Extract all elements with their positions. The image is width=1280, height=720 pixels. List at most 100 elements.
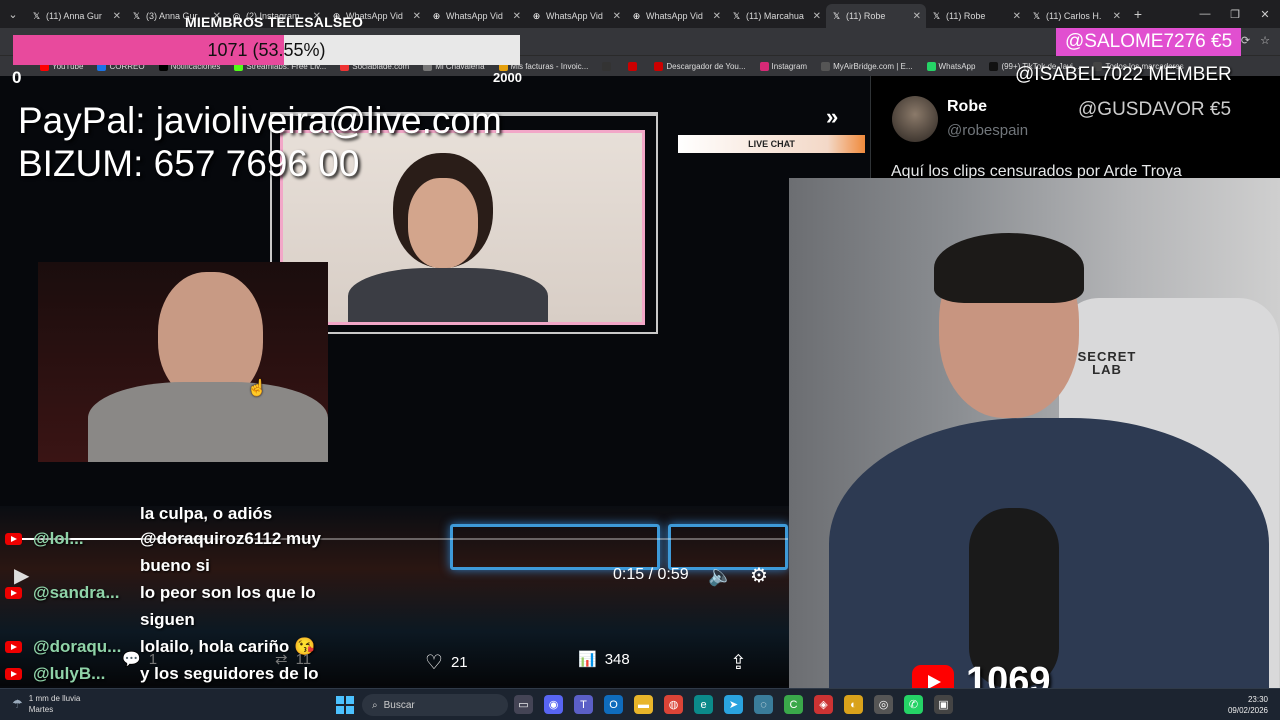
app-icon[interactable]: ◈ [814, 695, 833, 714]
tab-close-icon[interactable]: ✕ [113, 11, 121, 22]
browser-tab[interactable]: 𝕏 (11) Robe ✕ [926, 4, 1026, 28]
youtube-badge-icon [5, 533, 22, 545]
window-controls: — ❐ ✕ [1190, 0, 1280, 28]
task-view-icon[interactable]: ▭ [514, 695, 533, 714]
taskbar-apps: ▭ ◉ T O ▬ ◍ e ➤ ◌ C ◈ ◐ ◎ ✆ ▣ [514, 695, 953, 714]
share-stat[interactable]: ⇪ [730, 650, 747, 675]
bookmark-star-icon[interactable]: ☆ [1260, 34, 1270, 47]
youtube-badge-icon [5, 587, 22, 599]
bookmark-favicon-icon [759, 61, 769, 71]
outlook-icon[interactable]: O [604, 695, 623, 714]
tab-close-icon[interactable]: ✕ [913, 11, 921, 22]
tab-close-icon[interactable]: ✕ [513, 11, 521, 22]
tab-close-icon[interactable]: ✕ [1013, 11, 1021, 22]
weather-text: 1 mm de lluvia [28, 694, 81, 703]
taskbar-clock[interactable]: 23:30 09/02/2026 [1228, 694, 1268, 716]
app-icon[interactable]: ▣ [934, 695, 953, 714]
file-explorer-icon[interactable]: ▬ [634, 695, 653, 714]
settings-gear-icon[interactable]: ⚙ [750, 563, 768, 588]
app-icon[interactable]: ◐ [844, 695, 863, 714]
browser-tab[interactable]: ⊕ WhatsApp Vid ✕ [526, 4, 626, 28]
tab-close-icon[interactable]: ✕ [1113, 11, 1121, 22]
reply-stat[interactable]: 💬 1 [122, 650, 157, 669]
taskbar-search[interactable]: ⌕ Buscar [362, 694, 508, 716]
bookmark-item[interactable]: WhatsApp [926, 61, 975, 71]
bookmark-label: Instagram [771, 61, 808, 71]
browser-tab[interactable]: 𝕏 (11) Carlos H. ✕ [1026, 4, 1126, 28]
youtube-badge-icon [5, 668, 22, 680]
browser-tab[interactable]: 𝕏 (11) Marcahua ✕ [726, 4, 826, 28]
browser-tab[interactable]: ⊕ WhatsApp Vid ✕ [626, 4, 726, 28]
views-stat[interactable]: 📊 348 [578, 650, 630, 669]
tab-title: WhatsApp Vid [546, 11, 603, 21]
heart-icon: ♡ [425, 652, 443, 674]
bookmark-item[interactable] [628, 61, 640, 71]
avatar[interactable] [892, 96, 938, 142]
tweet-author-handle[interactable]: @robespain [947, 122, 1028, 139]
tab-title: (11) Marcahua [746, 11, 804, 21]
guest-face [408, 178, 478, 268]
windows-start-icon[interactable] [336, 696, 354, 714]
tab-close-icon[interactable]: ✕ [713, 11, 721, 22]
browser-tab[interactable]: ⊕ WhatsApp Vid ✕ [426, 4, 526, 28]
clock-date: 09/02/2026 [1227, 706, 1268, 715]
close-icon[interactable]: ✕ [1250, 8, 1280, 21]
tab-search-icon[interactable]: ⌄ [0, 0, 26, 28]
video-time: 0:15 / 0:59 [613, 566, 689, 583]
bookmark-label: Mis facturas - Invoic... [510, 61, 589, 71]
globe-icon: ⊕ [432, 10, 441, 21]
teams-icon[interactable]: T [574, 695, 593, 714]
app-icon[interactable]: ◎ [874, 695, 893, 714]
tab-title: WhatsApp Vid [646, 11, 703, 21]
repost-stat[interactable]: ⇄ 11 [275, 650, 312, 669]
host-body [88, 382, 328, 462]
chat-text: siguen [140, 610, 195, 629]
search-icon: ⌕ [372, 699, 378, 711]
host-webcam [38, 262, 328, 462]
telegram-icon[interactable]: ➤ [724, 695, 743, 714]
translate-icon[interactable]: ⟳ [1241, 34, 1250, 47]
bookmark-item[interactable]: Instagram [759, 61, 808, 71]
like-stat[interactable]: ♡ 21 [425, 650, 468, 675]
minimize-icon[interactable]: — [1190, 8, 1220, 20]
goal-title: MIEMBROS TELESALSEO [185, 14, 364, 30]
volume-icon[interactable]: 🔈 [708, 563, 733, 588]
discord-icon[interactable]: ◉ [544, 695, 563, 714]
restore-icon[interactable]: ❐ [1220, 8, 1250, 21]
repost-count: 11 [295, 650, 312, 668]
goal-max-label: 2000 [493, 70, 522, 85]
bookmark-label: MyAirBridge.com | E... [833, 61, 913, 71]
browser-tab[interactable]: 𝕏 (11) Anna Gur ✕ [26, 4, 126, 28]
bookmark-favicon-icon [821, 61, 831, 71]
bizum-text: BIZUM: 657 7696 00 [18, 143, 360, 184]
tab-close-icon[interactable]: ✕ [813, 11, 821, 22]
goal-progress-label: 1071 (53.55%) [207, 40, 326, 60]
share-icon: ⇪ [730, 652, 747, 674]
chrome-icon[interactable]: ◍ [664, 695, 683, 714]
globe-icon: ⊕ [532, 10, 541, 21]
x-logo-icon: 𝕏 [132, 10, 141, 21]
bookmark-item[interactable]: MyAirBridge.com | E... [821, 61, 913, 71]
globe-icon: ⊕ [632, 10, 641, 21]
new-tab-button[interactable]: + [1126, 6, 1150, 22]
screen: { "browser": { "tabs": [ {"title": "(11)… [0, 0, 1280, 720]
youtube-badge-icon [5, 641, 22, 653]
tweet-author-name[interactable]: Robe [947, 98, 987, 116]
tab-close-icon[interactable]: ✕ [413, 11, 421, 22]
paypal-text: PayPal: javioliveira@live.com [18, 100, 502, 141]
whatsapp-icon[interactable]: ✆ [904, 695, 923, 714]
tab-title: (11) Carlos H. [1046, 11, 1102, 21]
edge-icon[interactable]: e [694, 695, 713, 714]
bookmark-item[interactable]: Descargador de You... [654, 61, 746, 71]
camtasia-icon[interactable]: C [784, 695, 803, 714]
clock-time: 23:30 [1247, 695, 1268, 704]
chat-text: la culpa, o adiós [140, 504, 273, 523]
guest-body [348, 268, 548, 322]
chat-text: lo peor son los que lo [140, 583, 316, 602]
collapse-chevron-icon[interactable]: » [826, 104, 838, 130]
globe-app-icon[interactable]: ◌ [754, 695, 773, 714]
bookmark-item[interactable] [602, 61, 614, 71]
weather-widget[interactable]: ☂ 1 mm de lluvia Martes [12, 693, 80, 715]
browser-tab[interactable]: 𝕏 (11) Robe ✕ [826, 4, 926, 28]
tab-close-icon[interactable]: ✕ [613, 11, 621, 22]
